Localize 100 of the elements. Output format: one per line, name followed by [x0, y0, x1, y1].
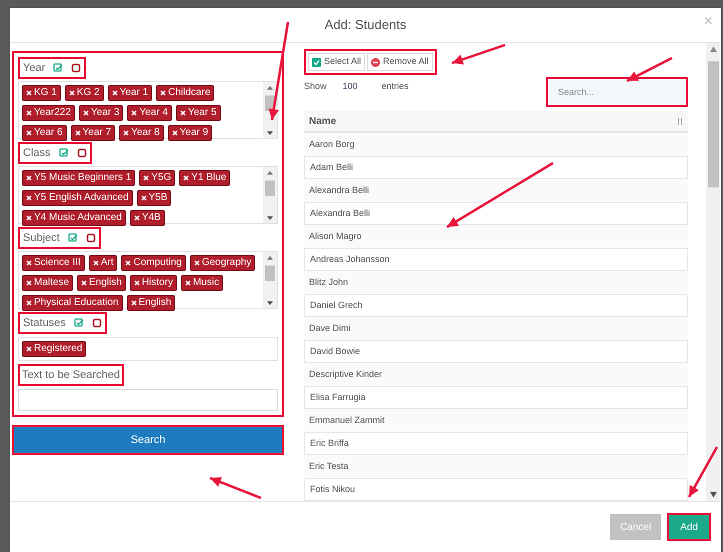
checkbox-icon: [312, 58, 321, 66]
filter-tag[interactable]: Y4 Music Advanced: [22, 210, 126, 226]
remove-icon: [123, 130, 130, 136]
table-row[interactable]: Elisa Farrugia: [304, 386, 688, 409]
filter-tag[interactable]: Year 5: [176, 105, 221, 121]
remove-icon: [68, 90, 75, 96]
table-row[interactable]: Descriptive Kinder: [304, 363, 688, 386]
scrollbar-icon[interactable]: [263, 167, 277, 223]
remove-icon: [134, 215, 140, 221]
table-row[interactable]: Eric Briffa: [304, 432, 688, 455]
remove-icon: [194, 260, 200, 266]
filter-tag[interactable]: Y1 Blue: [179, 170, 230, 186]
filter-tag[interactable]: Year 4: [127, 105, 172, 121]
remove-icon: [131, 110, 138, 116]
remove-icon: [160, 90, 166, 96]
filter-tag[interactable]: KG 2: [64, 85, 104, 101]
filter-tag[interactable]: Year 1: [108, 85, 152, 101]
show-label: Show: [304, 80, 327, 93]
table-row[interactable]: Daniel Grech: [304, 294, 688, 317]
filter-tag[interactable]: History: [130, 275, 177, 291]
remove-icon: [81, 280, 88, 286]
filter-tag[interactable]: Geography: [190, 255, 256, 271]
remove-icon: [26, 110, 32, 116]
remove-all-button[interactable]: Remove All: [367, 53, 433, 71]
filter-tag[interactable]: Computing: [121, 255, 186, 271]
filter-tag[interactable]: Year 9: [168, 125, 212, 141]
remove-icon: [140, 195, 147, 201]
filter-tag[interactable]: Music: [180, 275, 224, 291]
filter-tag[interactable]: Y5 Music Beginners 1: [22, 170, 136, 186]
search-button[interactable]: Search: [12, 425, 284, 455]
column-header[interactable]: Name: [304, 111, 688, 133]
select-all-icon[interactable]: [58, 148, 69, 158]
table-row[interactable]: Andreas Johansson: [304, 248, 688, 271]
clear-icon[interactable]: [86, 233, 96, 243]
annotation-arrow: [210, 476, 262, 500]
text-input-field[interactable]: [18, 389, 278, 411]
clear-icon[interactable]: [76, 148, 87, 158]
remove-icon: [125, 260, 132, 266]
clear-icon[interactable]: [71, 63, 82, 73]
remove-icon: [143, 175, 150, 181]
page-size-select[interactable]: 100: [338, 80, 362, 94]
select-all-icon[interactable]: [74, 318, 84, 328]
remove-icon: [130, 300, 136, 306]
filter-tag[interactable]: Y5 English Advanced: [22, 190, 133, 206]
scrollbar-icon[interactable]: [706, 43, 721, 501]
filter-tag[interactable]: Physical Education: [22, 295, 122, 311]
table-row[interactable]: Emmanuel Zammit: [304, 409, 688, 432]
remove-icon: [183, 175, 190, 181]
table-row[interactable]: Alison Magro: [304, 225, 688, 248]
remove-icon: [134, 280, 140, 286]
remove-icon: [82, 110, 89, 116]
clear-icon[interactable]: [92, 318, 102, 328]
remove-icon: [92, 260, 99, 266]
remove-icon: [184, 280, 191, 286]
remove-icon: [26, 280, 32, 286]
filter-tag[interactable]: Registered: [22, 341, 86, 357]
filter-tag[interactable]: KG 1: [22, 85, 61, 101]
table-row[interactable]: Adam Belli: [304, 156, 688, 179]
sort-icon: [677, 118, 683, 124]
select-all-icon[interactable]: [53, 63, 64, 73]
table-row[interactable]: Dave Dimi: [304, 317, 688, 340]
filter-tag[interactable]: Year 3: [78, 105, 124, 121]
filter-tag[interactable]: Year 8: [119, 125, 164, 141]
scrollbar-icon[interactable]: [263, 252, 277, 308]
table-row[interactable]: Alexandra Belli: [304, 202, 688, 225]
remove-icon: [26, 90, 32, 96]
filter-tag[interactable]: Year222: [22, 105, 75, 121]
filter-tag[interactable]: Y5G: [139, 170, 176, 186]
filter-tag[interactable]: Maltese: [22, 275, 74, 291]
filter-tag[interactable]: English: [77, 275, 126, 291]
select-all-icon[interactable]: [68, 233, 78, 243]
table-row[interactable]: Eric Testa: [304, 455, 688, 478]
filter-tag[interactable]: Childcare: [156, 85, 214, 101]
table-row[interactable]: Fotis Nikou: [304, 478, 688, 501]
filter-tag[interactable]: Year 7: [70, 125, 116, 141]
filter-tag[interactable]: Art: [88, 255, 118, 271]
search-field[interactable]: Search...: [546, 77, 688, 107]
table-row[interactable]: Alexandra Belli: [304, 179, 688, 202]
annotation-arrow: [452, 44, 506, 64]
filter-tag[interactable]: English: [126, 295, 176, 311]
filter-tag[interactable]: Science III: [22, 255, 85, 271]
filter-tag[interactable]: Year 6: [22, 125, 67, 141]
remove-icon: [180, 110, 186, 116]
select-all-button[interactable]: Select All: [308, 53, 366, 71]
remove-icon: [112, 90, 118, 96]
field-label: Text to be Searched: [18, 364, 124, 386]
table-row[interactable]: Blitz John: [304, 271, 688, 294]
minus-circle-icon: [371, 58, 380, 66]
annotation-arrow: [688, 446, 718, 498]
remove-icon: [26, 175, 32, 181]
filter-tag[interactable]: Y5B: [136, 190, 172, 206]
dialog-title: Add: Students: [324, 16, 406, 34]
table-row[interactable]: Aaron Borg: [304, 133, 688, 156]
remove-icon: [26, 346, 32, 352]
annotation-arrow: [626, 56, 673, 82]
filter-tag[interactable]: Y4B: [130, 210, 165, 226]
entries-label: entries: [382, 80, 409, 93]
remove-icon: [26, 300, 32, 306]
table-row[interactable]: David Bowie: [304, 340, 688, 363]
remove-icon: [172, 130, 178, 136]
